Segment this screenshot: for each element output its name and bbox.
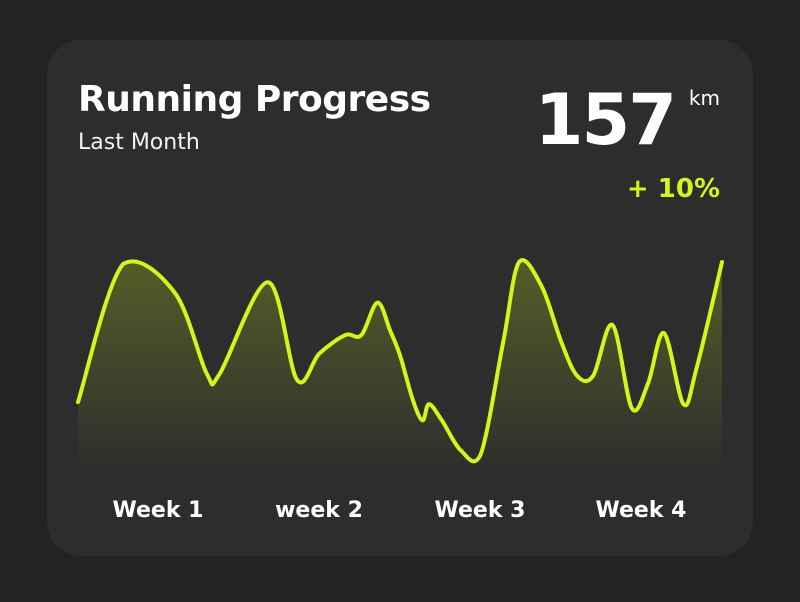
x-axis-label: Week 1 <box>113 498 204 523</box>
distance-unit: km <box>688 86 720 110</box>
page-title: Running Progress <box>78 79 431 120</box>
x-axis-label: Week 4 <box>596 498 687 523</box>
distance-value: 157 <box>534 79 677 161</box>
change-percentage: + 10% <box>626 174 720 204</box>
x-axis-label: week 2 <box>275 498 363 523</box>
period-subtitle: Last Month <box>78 130 200 155</box>
running-progress-card: Week 1 week 2 Week 3 Week 4 Running Progres… <box>47 40 753 556</box>
x-axis-label: Week 3 <box>435 498 526 523</box>
distance-total: 157 km <box>535 80 720 160</box>
